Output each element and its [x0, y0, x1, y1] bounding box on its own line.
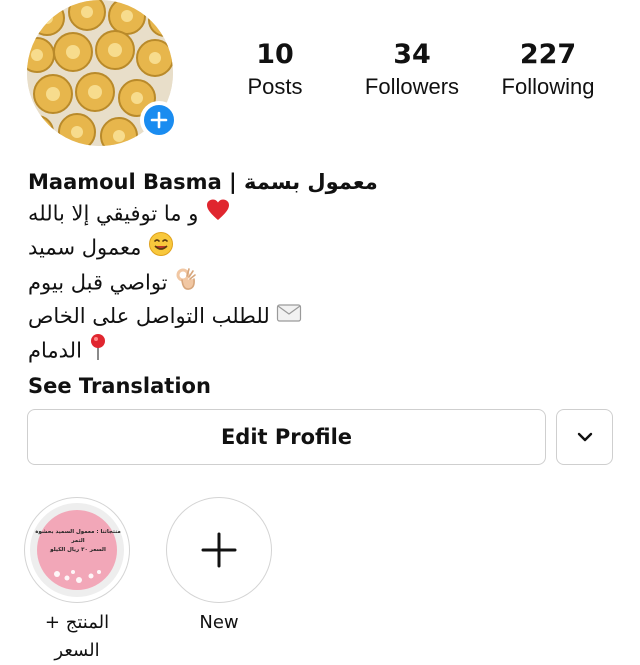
- followers-count: 34: [393, 39, 431, 70]
- see-translation-link[interactable]: See Translation: [28, 370, 618, 402]
- plus-icon: [150, 111, 168, 129]
- bio-text: الدمام: [28, 338, 82, 362]
- ok-hand-icon: [174, 266, 198, 301]
- profile-bio: Maamoul Basma | معمول بسمة و ما توفيقي إ…: [28, 166, 618, 402]
- plus-icon: [201, 532, 237, 568]
- stat-following[interactable]: 227 Following: [490, 38, 606, 102]
- highlight-label: المنتج + السعر: [44, 612, 110, 661]
- highlight-new-cover[interactable]: [166, 497, 272, 603]
- bio-text: معمول سميد: [28, 235, 142, 260]
- cover-text: السعر ٣٠ ريال الكيلو: [50, 547, 106, 553]
- highlight-label: New: [199, 612, 239, 633]
- following-label: Following: [501, 74, 595, 99]
- bio-line: و ما توفيقي إلا بالله: [28, 198, 618, 231]
- new-highlight-button[interactable]: New: [164, 497, 274, 637]
- posts-label: Posts: [247, 74, 303, 99]
- followers-label: Followers: [364, 74, 460, 99]
- chevron-down-icon: [577, 432, 592, 442]
- bio-text: و ما توفيقي إلا بالله: [28, 201, 199, 226]
- red-heart-icon: [205, 198, 231, 231]
- following-count: 227: [519, 39, 577, 70]
- envelope-icon: [276, 302, 302, 333]
- suggested-accounts-button[interactable]: [556, 409, 613, 465]
- stat-followers[interactable]: 34 Followers: [352, 38, 472, 102]
- bio-text: تواصي قبل بيوم: [28, 270, 168, 295]
- bio-line: الدمام: [28, 333, 618, 370]
- add-story-button[interactable]: [140, 101, 178, 139]
- bio-line: للطلب التواصل على الخاص: [28, 301, 618, 333]
- display-name: Maamoul Basma | معمول بسمة: [28, 170, 378, 194]
- stat-posts[interactable]: 10 Posts: [233, 38, 317, 102]
- profile-avatar-area[interactable]: [27, 0, 178, 146]
- bio-line: تواصي قبل بيوم: [28, 266, 618, 301]
- highlight-cover[interactable]: منتجاتنا : معمول السميد بحشوة التمر السع…: [24, 497, 130, 603]
- edit-profile-button[interactable]: Edit Profile: [27, 409, 546, 465]
- cover-text: منتجاتنا : معمول السميد بحشوة التمر: [35, 529, 121, 544]
- round-pushpin-icon: [89, 333, 107, 370]
- bio-line: معمول سميد: [28, 231, 618, 266]
- smiling-face-icon: [148, 231, 174, 266]
- bio-text: للطلب التواصل على الخاص: [28, 304, 270, 328]
- posts-count: 10: [256, 39, 294, 70]
